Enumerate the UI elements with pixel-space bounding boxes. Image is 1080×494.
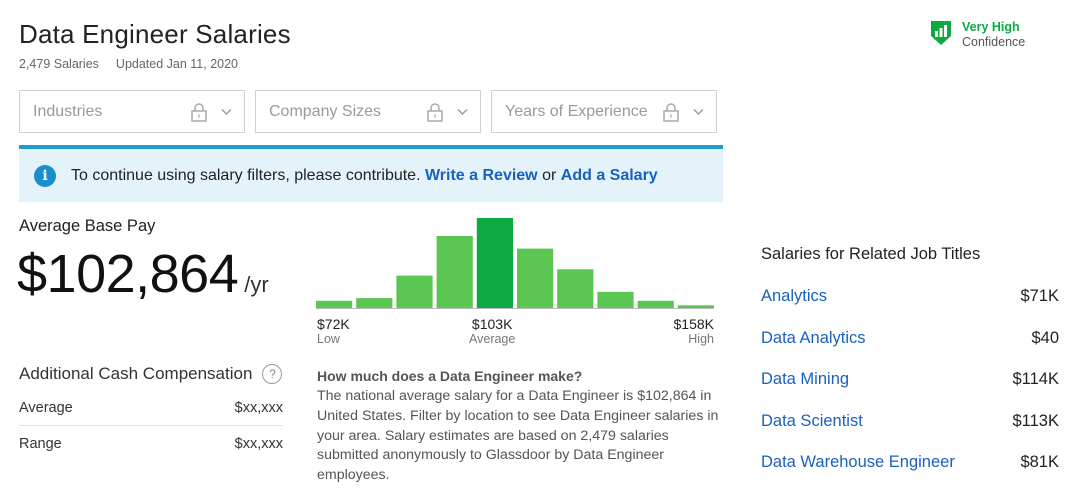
related-salary: $40 <box>1031 328 1059 347</box>
related-titles-list: Analytics $71K Data Analytics $40 Data M… <box>761 276 1059 484</box>
help-icon[interactable]: ? <box>262 364 283 384</box>
filter-company-sizes[interactable]: Company Sizes <box>255 90 481 133</box>
filter-label: Company Sizes <box>269 102 382 120</box>
related-title-link[interactable]: Data Scientist <box>761 412 863 431</box>
related-title-link[interactable]: Data Warehouse Engineer <box>761 453 955 472</box>
filter-years-of-experience[interactable]: Years of Experience <box>491 90 717 133</box>
additional-cash-title: Additional Cash Compensation ? <box>19 364 283 384</box>
average-base-pay-label: Average Base Pay <box>19 217 156 235</box>
write-review-link[interactable]: Write a Review <box>425 167 538 184</box>
updated-date: Updated Jan 11, 2020 <box>115 57 239 71</box>
list-item: Data Warehouse Engineer $81K <box>761 442 1059 484</box>
related-title-link[interactable]: Analytics <box>761 287 827 306</box>
average-amount: $102,864 <box>17 244 239 304</box>
lock-icon <box>427 102 443 122</box>
histogram-bar <box>316 300 353 308</box>
related-salary: $71K <box>1020 287 1059 306</box>
contribute-banner: i To continue using salary filters, plea… <box>19 145 723 202</box>
list-item: Analytics $71K <box>761 276 1059 318</box>
info-icon: i <box>34 164 56 187</box>
salary-histogram <box>316 218 714 308</box>
related-titles-heading: Salaries for Related Job Titles <box>761 245 981 263</box>
lock-icon <box>663 102 679 122</box>
confidence-badge: Very High Confidence <box>930 20 1025 50</box>
salary-count: 2,479 Salaries <box>19 57 99 71</box>
confidence-label: Confidence <box>962 35 1026 49</box>
histogram-bar <box>557 269 594 308</box>
histogram-bar <box>637 300 674 308</box>
chevron-down-icon <box>221 108 232 115</box>
confidence-level: Very High <box>962 20 1020 34</box>
list-item: Data Mining $114K <box>761 359 1059 401</box>
related-title-link[interactable]: Data Mining <box>761 370 849 389</box>
page-meta: 2,479 Salaries Updated Jan 11, 2020 <box>19 57 238 71</box>
histogram-bar <box>597 291 634 308</box>
list-item: Data Scientist $113K <box>761 401 1059 443</box>
histogram-high: $158K High <box>673 316 714 346</box>
average-unit: /yr <box>244 272 269 297</box>
histogram-average: $103K Average <box>469 316 516 346</box>
banner-text: To continue using salary filters, please… <box>71 166 658 184</box>
additional-cash-table: Average $xx,xxx Range $xx,xxx <box>19 390 283 462</box>
related-salary: $81K <box>1020 453 1059 472</box>
filter-label: Industries <box>33 102 103 120</box>
chevron-down-icon <box>693 108 704 115</box>
how-much-title: How much does a Data Engineer make? <box>317 368 583 384</box>
lock-icon <box>191 102 207 122</box>
related-salary: $114K <box>1012 370 1060 389</box>
average-base-pay: $102,864 /yr <box>17 243 269 305</box>
how-much-text: The national average salary for a Data E… <box>317 388 719 484</box>
filter-bar: Industries Company Sizes Years of Experi… <box>19 90 717 133</box>
histogram-bar <box>396 275 433 308</box>
histogram-bar <box>476 218 513 308</box>
additional-row-range: Range $xx,xxx <box>19 436 283 452</box>
histogram-low: $72K Low <box>317 316 350 346</box>
filter-industries[interactable]: Industries <box>19 90 245 133</box>
shield-bars-icon <box>931 21 951 45</box>
list-item: Data Analytics $40 <box>761 318 1059 360</box>
related-title-link[interactable]: Data Analytics <box>761 329 866 348</box>
chevron-down-icon <box>457 108 468 115</box>
histogram-bar <box>356 298 393 308</box>
filter-label: Years of Experience <box>505 102 648 120</box>
histogram-baseline <box>316 308 714 309</box>
histogram-bar <box>436 236 473 308</box>
histogram-bar <box>517 248 554 308</box>
add-salary-link[interactable]: Add a Salary <box>561 167 658 184</box>
related-salary: $113K <box>1012 411 1060 430</box>
additional-row-average: Average $xx,xxx <box>19 390 283 426</box>
page-title: Data Engineer Salaries <box>19 19 291 49</box>
